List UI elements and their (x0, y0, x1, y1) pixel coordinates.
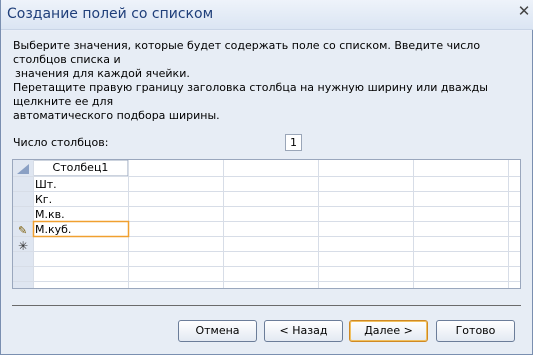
button-separator (12, 305, 521, 306)
grid-cell[interactable]: Шт. (35, 177, 57, 192)
svg-text:✎: ✎ (18, 224, 27, 237)
close-icon[interactable]: ✕ (517, 4, 531, 19)
instruction-text-2: Перетащите правую границу заголовка стол… (13, 81, 528, 123)
instruction-line-2: значения для каждой ячейки. (15, 67, 190, 80)
grid-cell-active[interactable]: М.куб. (35, 222, 71, 237)
grid-cell[interactable]: М.кв. (35, 207, 65, 222)
instruction-line-1: Выберите значения, которые будет содержа… (13, 39, 481, 66)
next-button[interactable]: Далее > (349, 320, 428, 342)
back-button[interactable]: < Назад (264, 320, 343, 342)
wizard-body: Выберите значения, которые будет содержа… (2, 31, 532, 354)
columns-count-label: Число столбцов: (13, 136, 109, 149)
wizard-window: Создание полей со списком ✕ Выберите зна… (0, 0, 533, 355)
grid-cell[interactable]: Кг. (35, 192, 52, 207)
instruction-text-1: Выберите значения, которые будет содержа… (13, 39, 528, 81)
window-title: Создание полей со списком (7, 6, 214, 22)
finish-button[interactable]: Готово (436, 320, 515, 342)
cancel-button[interactable]: Отмена (178, 320, 257, 342)
columns-count-input[interactable]: 1 (285, 134, 302, 151)
column-header[interactable]: Столбец1 (33, 160, 128, 176)
instruction-line-4: автоматического подбора ширины. (13, 109, 220, 122)
grid-lines: ✎ ✳ (13, 160, 520, 288)
instruction-line-3: Перетащите правую границу заголовка стол… (13, 81, 488, 108)
title-bar: Создание полей со списком ✕ (1, 0, 533, 30)
svg-text:✳: ✳ (18, 239, 28, 253)
values-grid[interactable]: ✎ ✳ Столбец1 Шт. Кг. М.кв. М.куб. (12, 159, 521, 289)
